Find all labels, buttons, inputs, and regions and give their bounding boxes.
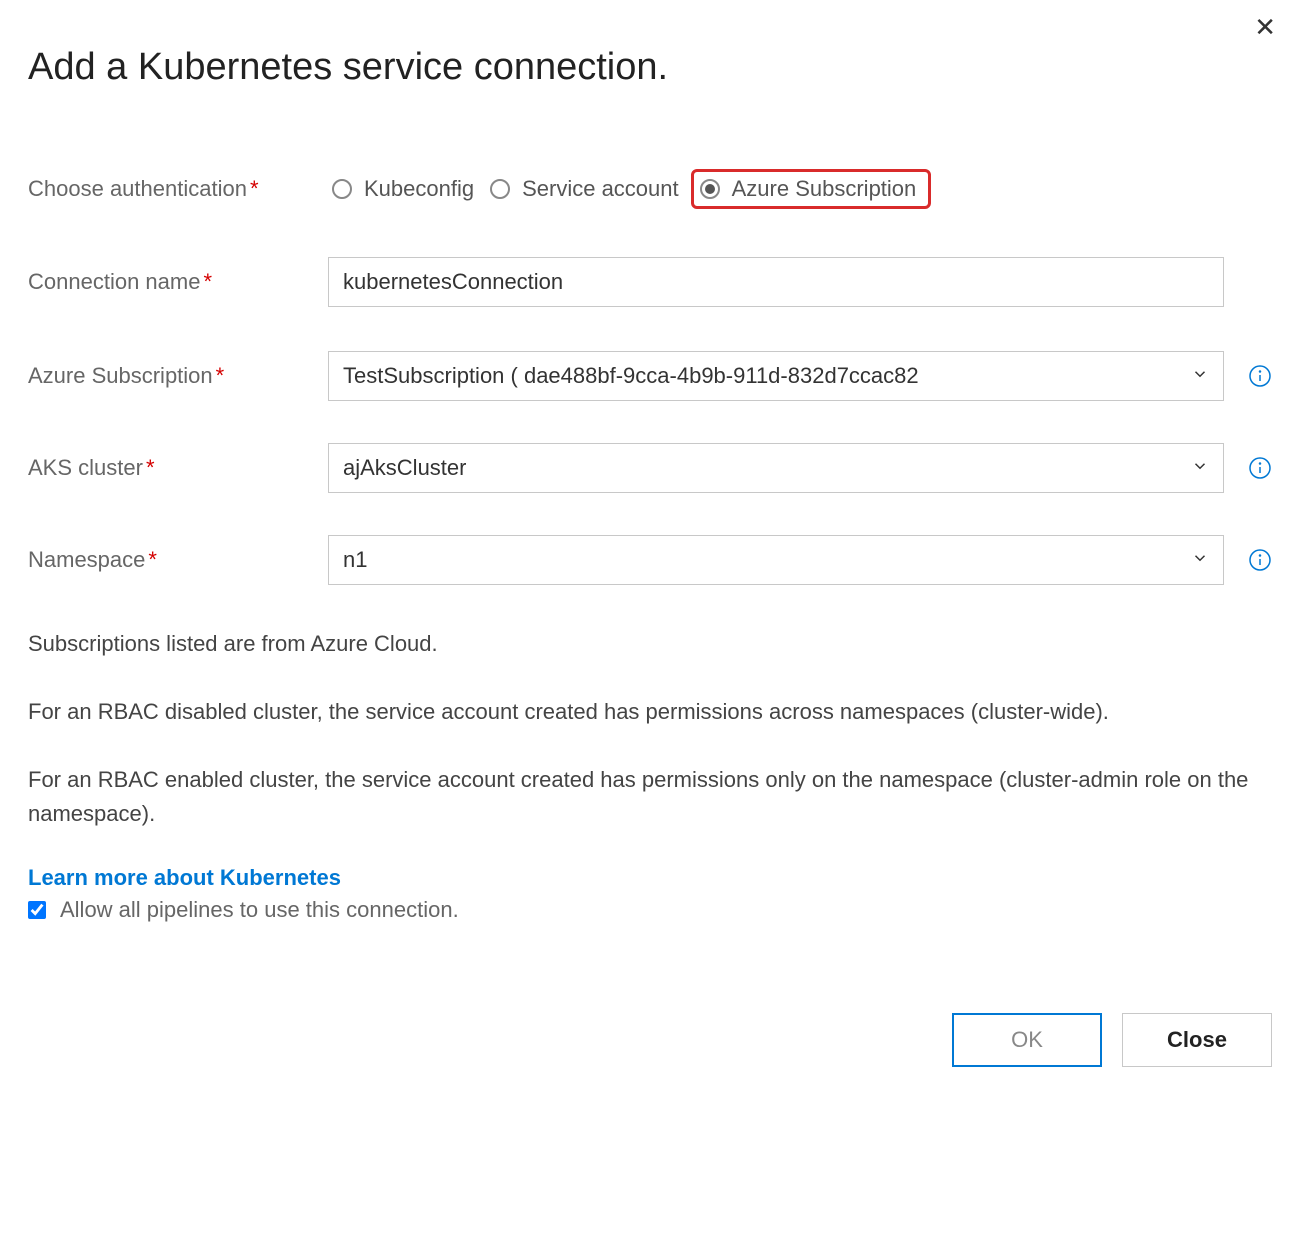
- auth-row: Choose authentication* Kubeconfig Servic…: [28, 169, 1272, 209]
- azure-subscription-select[interactable]: TestSubscription ( dae488bf-9cca-4b9b-91…: [328, 351, 1224, 401]
- namespace-select[interactable]: n1: [328, 535, 1224, 585]
- dialog-title: Add a Kubernetes service connection.: [28, 46, 1272, 89]
- aks-cluster-label-text: AKS cluster: [28, 455, 143, 480]
- radio-icon: [490, 179, 510, 199]
- required-marker: *: [203, 269, 212, 294]
- connection-name-row: Connection name*: [28, 257, 1272, 307]
- info-line-3: For an RBAC enabled cluster, the service…: [28, 763, 1272, 831]
- aks-cluster-value: ajAksCluster: [343, 455, 466, 481]
- auth-label: Choose authentication*: [28, 176, 328, 202]
- namespace-label: Namespace*: [28, 547, 328, 573]
- namespace-value: n1: [343, 547, 367, 573]
- info-icon[interactable]: [1248, 548, 1272, 572]
- connection-name-label: Connection name*: [28, 269, 328, 295]
- aks-cluster-label: AKS cluster*: [28, 455, 328, 481]
- allow-pipelines-label: Allow all pipelines to use this connecti…: [60, 897, 459, 923]
- auth-radio-group: Kubeconfig Service account Azure Subscri…: [328, 169, 931, 209]
- close-icon[interactable]: ✕: [1254, 14, 1276, 40]
- radio-service-account-label: Service account: [522, 176, 679, 202]
- required-marker: *: [216, 363, 225, 388]
- radio-azure-subscription-label: Azure Subscription: [732, 176, 917, 202]
- radio-azure-subscription[interactable]: Azure Subscription: [691, 169, 932, 209]
- radio-icon: [332, 179, 352, 199]
- radio-kubeconfig[interactable]: Kubeconfig: [328, 170, 486, 208]
- allow-pipelines-checkbox[interactable]: [28, 901, 46, 919]
- azure-subscription-value: TestSubscription ( dae488bf-9cca-4b9b-91…: [343, 363, 919, 389]
- required-marker: *: [146, 455, 155, 480]
- info-text-block: Subscriptions listed are from Azure Clou…: [28, 627, 1272, 831]
- button-row: OK Close: [28, 1013, 1272, 1067]
- radio-kubeconfig-label: Kubeconfig: [364, 176, 474, 202]
- allow-pipelines-row: Allow all pipelines to use this connecti…: [28, 897, 1272, 923]
- ok-button[interactable]: OK: [952, 1013, 1102, 1067]
- info-icon[interactable]: [1248, 456, 1272, 480]
- auth-label-text: Choose authentication: [28, 176, 247, 201]
- info-line-1: Subscriptions listed are from Azure Clou…: [28, 627, 1272, 661]
- info-line-2: For an RBAC disabled cluster, the servic…: [28, 695, 1272, 729]
- namespace-row: Namespace* n1: [28, 535, 1272, 585]
- aks-cluster-row: AKS cluster* ajAksCluster: [28, 443, 1272, 493]
- azure-subscription-label: Azure Subscription*: [28, 363, 328, 389]
- aks-cluster-select[interactable]: ajAksCluster: [328, 443, 1224, 493]
- azure-subscription-label-text: Azure Subscription: [28, 363, 213, 388]
- chevron-down-icon: [1191, 363, 1209, 389]
- required-marker: *: [250, 176, 259, 201]
- chevron-down-icon: [1191, 455, 1209, 481]
- info-icon[interactable]: [1248, 364, 1272, 388]
- radio-service-account[interactable]: Service account: [486, 170, 691, 208]
- chevron-down-icon: [1191, 547, 1209, 573]
- radio-icon: [700, 179, 720, 199]
- connection-name-label-text: Connection name: [28, 269, 200, 294]
- learn-more-link[interactable]: Learn more about Kubernetes: [28, 865, 341, 891]
- azure-subscription-row: Azure Subscription* TestSubscription ( d…: [28, 351, 1272, 401]
- close-button[interactable]: Close: [1122, 1013, 1272, 1067]
- namespace-label-text: Namespace: [28, 547, 145, 572]
- required-marker: *: [148, 547, 157, 572]
- connection-name-input[interactable]: [328, 257, 1224, 307]
